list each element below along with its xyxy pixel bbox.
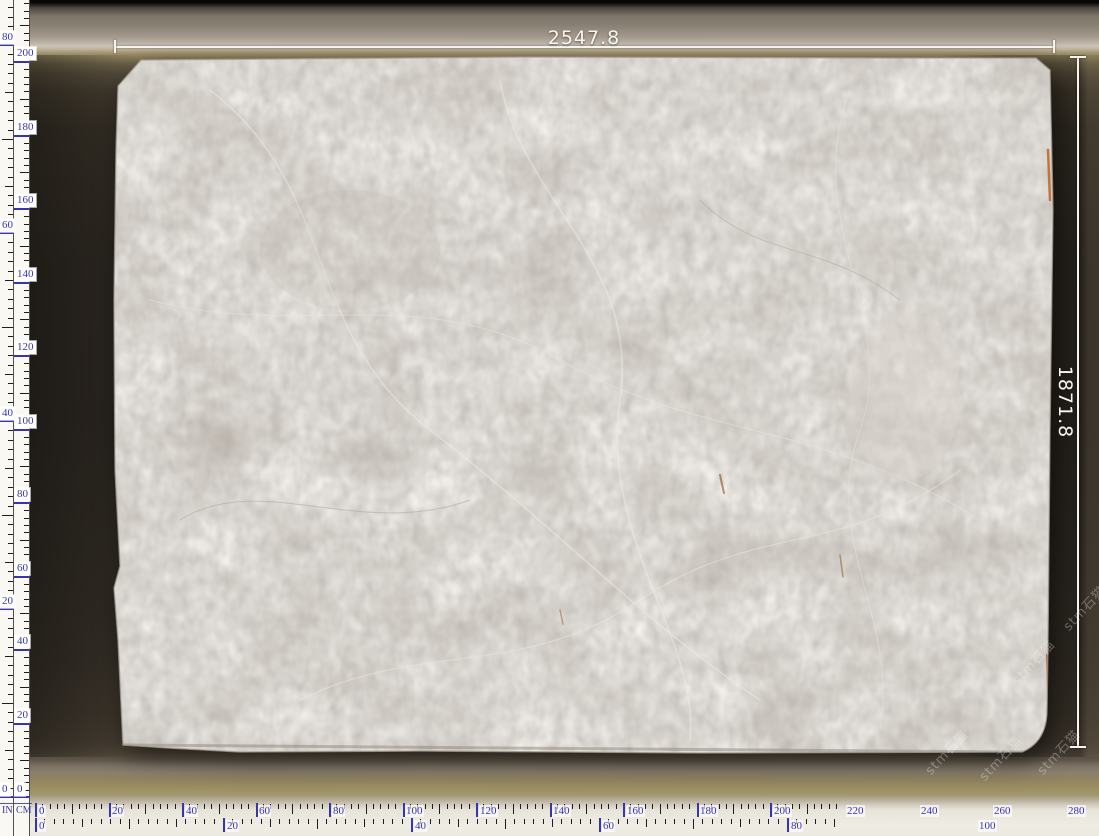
height-dimension-line — [1077, 57, 1079, 748]
height-dimension-end-tick-top — [1070, 56, 1086, 58]
slab-scan-viewport: 2547.8 1871.8 806040200 2001801601401201… — [0, 0, 1099, 836]
height-dimension-label: 1871.8 — [1056, 360, 1076, 444]
ruler-origin-line — [0, 803, 32, 804]
unit-label-cm: CM — [16, 805, 32, 816]
unit-label-inches: IN — [2, 805, 13, 816]
ruler-strip-cm — [14, 0, 30, 836]
width-dimension-label: 2547.8 — [539, 27, 629, 49]
ruler-strip-inches — [0, 0, 14, 836]
width-dimension-end-tick-left — [114, 40, 116, 53]
width-dimension-end-tick-right — [1053, 40, 1055, 53]
slab-photo — [0, 0, 1099, 836]
